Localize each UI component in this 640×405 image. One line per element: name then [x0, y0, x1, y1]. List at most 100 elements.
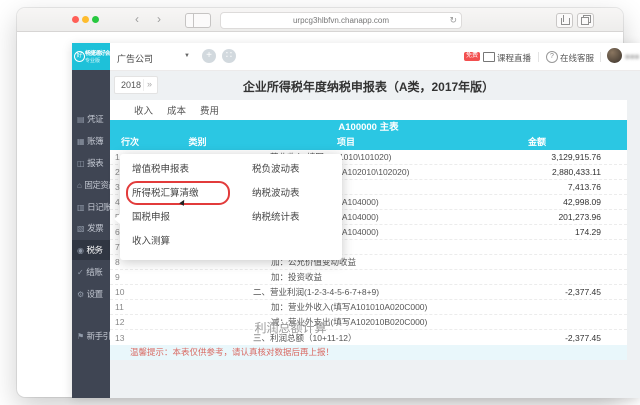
notice-bar: 温馨提示：本表仅供参考，请认真核对数据后再上报！: [110, 345, 627, 360]
menu-item-tax-fluctuation-table[interactable]: 纳税波动表: [252, 182, 300, 206]
table-band-title: A100000 主表: [110, 120, 627, 135]
brand-edition: 专业版: [85, 57, 100, 64]
category-merged-label: 利润总额计算: [243, 319, 338, 336]
help-icon[interactable]: ?: [546, 51, 558, 63]
cell-line-no: 12: [110, 317, 150, 327]
settings-icon: ⚙: [77, 290, 84, 299]
table-header-row: 行次 类别 项目 金额: [110, 135, 627, 150]
sidebar-item-closing[interactable]: ✓ 结账: [72, 262, 110, 282]
online-support-link[interactable]: 在线客服: [560, 52, 594, 64]
logo-icon: 好: [74, 51, 85, 62]
cell-amount: 42,998.09: [447, 197, 627, 207]
sidebar-toggle-button[interactable]: [185, 13, 211, 28]
header-category: 类别: [150, 135, 245, 150]
sidebar-item-label: 税务: [86, 244, 102, 256]
cell-line-no: 13: [110, 333, 150, 343]
menu-item-national-tax-filing[interactable]: 国税申报: [132, 206, 199, 230]
app-topbar: 好 畅捷通好会计 专业版 广告公司 ▼ + ∷ 免费 课程直播 ? 在线客服 ●…: [72, 43, 640, 71]
cell-line-no: 9: [110, 272, 150, 282]
minimize-window-button[interactable]: [82, 16, 89, 23]
menu-item-tax-burden-table[interactable]: 税负波动表: [252, 158, 300, 182]
chevron-down-icon[interactable]: ▼: [184, 53, 190, 59]
sub-tabs: 收入 成本 费用: [110, 100, 627, 120]
journal-icon: ▥: [77, 203, 84, 212]
header-item: 项目: [245, 135, 447, 150]
back-button[interactable]: ‹: [135, 11, 139, 27]
forward-button[interactable]: ›: [157, 11, 161, 27]
sidebar-item-voucher[interactable]: ▤ 凭证: [72, 109, 110, 129]
cell-amount: 7,413.76: [447, 182, 627, 192]
popup-arrow: [114, 214, 120, 224]
sidebar-item-ledger[interactable]: ▦ 账簿: [72, 131, 110, 151]
sidebar-toggle-icon: [193, 14, 194, 27]
live-tv-icon: [483, 52, 495, 62]
sidebar-item-invoice[interactable]: ▧ 发票: [72, 218, 110, 238]
tab-overview-button[interactable]: [577, 13, 594, 28]
sidebar: ▤ 凭证 ▦ 账簿 ◫ 报表 ⌂ 固定资产 ▥ 日记账 ▧ 发票: [72, 70, 110, 398]
menu-item-vat-return[interactable]: 增值税申报表: [132, 158, 199, 182]
share-button[interactable]: [556, 13, 573, 28]
apps-grid-button[interactable]: ∷: [222, 49, 236, 63]
menu-item-income-estimate[interactable]: 收入测算: [132, 230, 199, 254]
browser-toolbar: ‹ › urpcg3hlbfvn.chanapp.com ↻: [17, 8, 623, 32]
cell-amount: 2,880,433.11: [447, 167, 627, 177]
sidebar-item-guide[interactable]: ⚑ 新手引导: [72, 326, 110, 346]
sidebar-item-label: 日记账: [87, 201, 111, 213]
invoice-icon: ▧: [77, 224, 84, 233]
menu-item-tax-statistics-table[interactable]: 纳税统计表: [252, 206, 300, 230]
report-icon: ◫: [77, 159, 84, 168]
share-icon-box: [561, 18, 570, 25]
table-row: 10 二、营业利润(1-2-3-4-5-6-7+8+9) -2,377.45: [110, 285, 627, 300]
sidebar-item-label: 发票: [87, 222, 103, 234]
cell-item: 二、营业利润(1-2-3-4-5-6-7+8+9): [245, 286, 447, 298]
sidebar-item-fixed-assets[interactable]: ⌂ 固定资产: [72, 175, 110, 195]
live-course-link[interactable]: 课程直播: [497, 52, 531, 64]
tab-income[interactable]: 收入: [134, 103, 153, 117]
app-logo: 好 畅捷通好会计 专业版: [72, 43, 110, 70]
free-badge: 免费: [464, 52, 480, 61]
url-text: urpcg3hlbfvn.chanapp.com: [293, 16, 389, 25]
sidebar-item-label: 设置: [87, 288, 103, 300]
address-bar[interactable]: urpcg3hlbfvn.chanapp.com ↻: [220, 12, 462, 29]
header-amount: 金额: [447, 135, 627, 150]
page-title: 企业所得税年度纳税申报表（A类，2017年版）: [110, 78, 627, 95]
refresh-icon[interactable]: ↻: [449, 13, 457, 28]
username-masked: ●●●: [625, 52, 640, 61]
zoom-window-button[interactable]: [92, 16, 99, 23]
cell-amount: 201,273.96: [447, 212, 627, 222]
sidebar-item-settings[interactable]: ⚙ 设置: [72, 284, 110, 304]
divider: [600, 52, 601, 62]
sidebar-item-label: 结账: [86, 266, 102, 278]
cell-item: 加：营业外收入(填写A101010A020C000): [245, 301, 447, 313]
table-row: 11 加：营业外收入(填写A101010A020C000): [110, 300, 627, 315]
add-account-button[interactable]: +: [202, 49, 216, 63]
tab-cost[interactable]: 成本: [167, 103, 186, 117]
table-row: 9 加：投资收益: [110, 270, 627, 285]
sidebar-item-tax[interactable]: ◉ 税务: [72, 240, 110, 260]
tax-popup-menu: 增值税申报表 所得税汇算清缴 国税申报 收入测算 税负波动表 纳税波动表 纳税统…: [120, 154, 342, 260]
flag-icon: ⚑: [77, 332, 84, 341]
close-window-button[interactable]: [72, 16, 79, 23]
app-frame: 好 畅捷通好会计 专业版 广告公司 ▼ + ∷ 免费 课程直播 ? 在线客服 ●…: [72, 43, 640, 398]
fixed-assets-icon: ⌂: [77, 181, 81, 190]
sidebar-item-journal[interactable]: ▥ 日记账: [72, 197, 110, 217]
sidebar-item-label: 账簿: [87, 135, 103, 147]
company-selector[interactable]: 广告公司: [117, 52, 153, 65]
divider: [538, 52, 539, 62]
cell-amount: -2,377.45: [447, 287, 627, 297]
cell-amount: 3,129,915.76: [447, 152, 627, 162]
tab-expense[interactable]: 费用: [200, 103, 219, 117]
sidebar-item-reports[interactable]: ◫ 报表: [72, 153, 110, 173]
popup-column-2: 税负波动表 纳税波动表 纳税统计表: [252, 158, 300, 230]
cell-item: 加：投资收益: [245, 271, 447, 283]
sidebar-item-label: 报表: [87, 157, 103, 169]
browser-window: ‹ › urpcg3hlbfvn.chanapp.com ↻ 好 畅捷通好会计 …: [17, 8, 623, 397]
voucher-icon: ▤: [77, 115, 84, 124]
brand-name: 畅捷通好会计: [85, 49, 115, 57]
popup-column-1: 增值税申报表 所得税汇算清缴 国税申报 收入测算: [132, 158, 199, 254]
sidebar-item-label: 凭证: [87, 113, 103, 125]
cell-line-no: 10: [110, 287, 150, 297]
cell-amount: 174.29: [447, 227, 627, 237]
table-row: 13 三、利润总额（10+11-12） -2,377.45: [110, 330, 627, 345]
avatar[interactable]: [607, 48, 622, 63]
